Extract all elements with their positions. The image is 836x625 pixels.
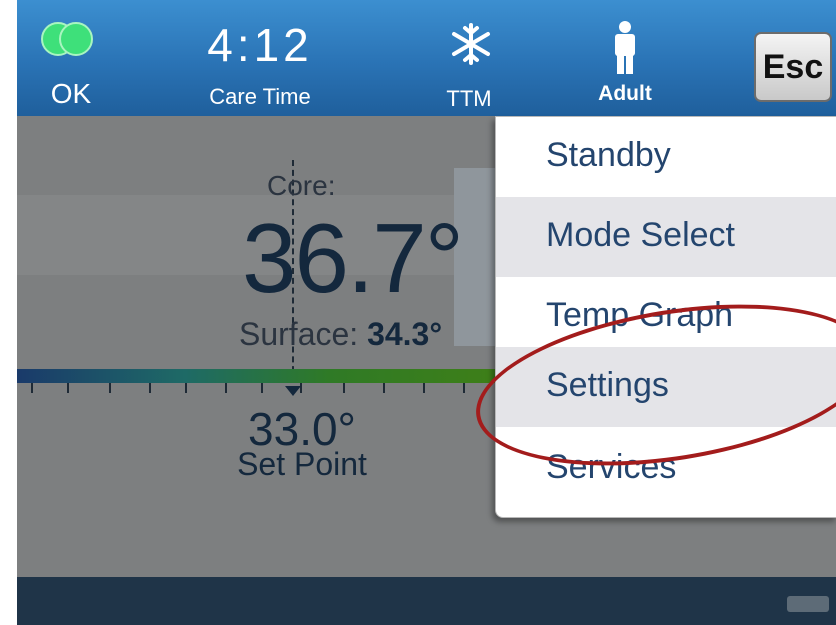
scale-tick [185, 383, 187, 393]
status-ok-icon [41, 22, 101, 56]
person-icon [615, 21, 635, 74]
setpoint-label: Set Point [237, 446, 367, 482]
header-bar: OK 4:12 Care Time TTM Adult Esc [17, 0, 836, 116]
bottom-status-bar [17, 577, 836, 625]
core-temp-value: 36.7° [242, 203, 464, 313]
core-temp-label: Core: [267, 170, 336, 201]
menu-item-mode-select[interactable]: Mode Select [496, 197, 836, 277]
esc-button[interactable]: Esc [754, 32, 832, 102]
status-dot [59, 22, 93, 56]
temperature-scale-ticks [17, 383, 497, 395]
surface-temp-label: Surface: [239, 316, 359, 352]
scale-tick [31, 383, 33, 393]
scale-tick [383, 383, 385, 393]
status-label: OK [50, 78, 92, 109]
device-screen: OK 4:12 Care Time TTM Adult Esc Core: 36… [17, 0, 836, 625]
menu-item-temp-graph[interactable]: Temp Graph [496, 277, 836, 357]
menu-item-services[interactable]: Services [496, 429, 836, 509]
patient-type-label: Adult [598, 82, 652, 105]
setpoint-marker-icon [285, 386, 301, 396]
menu-item-standby[interactable]: Standby [496, 117, 836, 197]
scale-tick [225, 383, 227, 393]
snowflake-icon [452, 23, 490, 65]
surface-temp-value: 34.3° [367, 316, 443, 352]
therapy-mode-label: TTM [446, 86, 492, 111]
scale-tick [261, 383, 263, 393]
scale-tick [463, 383, 465, 393]
battery-icon [787, 596, 829, 612]
scale-tick [67, 383, 69, 393]
care-time-value: 4:12 [207, 19, 313, 71]
care-time-label: Care Time [209, 84, 311, 109]
scale-tick [109, 383, 111, 393]
scale-tick [343, 383, 345, 393]
dropdown-menu: Standby Mode Select Temp Graph Settings … [495, 116, 836, 518]
temperature-scale-bar [17, 369, 497, 383]
scale-tick [149, 383, 151, 393]
scale-tick [423, 383, 425, 393]
surface-temp-row: Surface: 34.3° [239, 316, 499, 353]
menu-item-settings[interactable]: Settings [496, 347, 836, 427]
